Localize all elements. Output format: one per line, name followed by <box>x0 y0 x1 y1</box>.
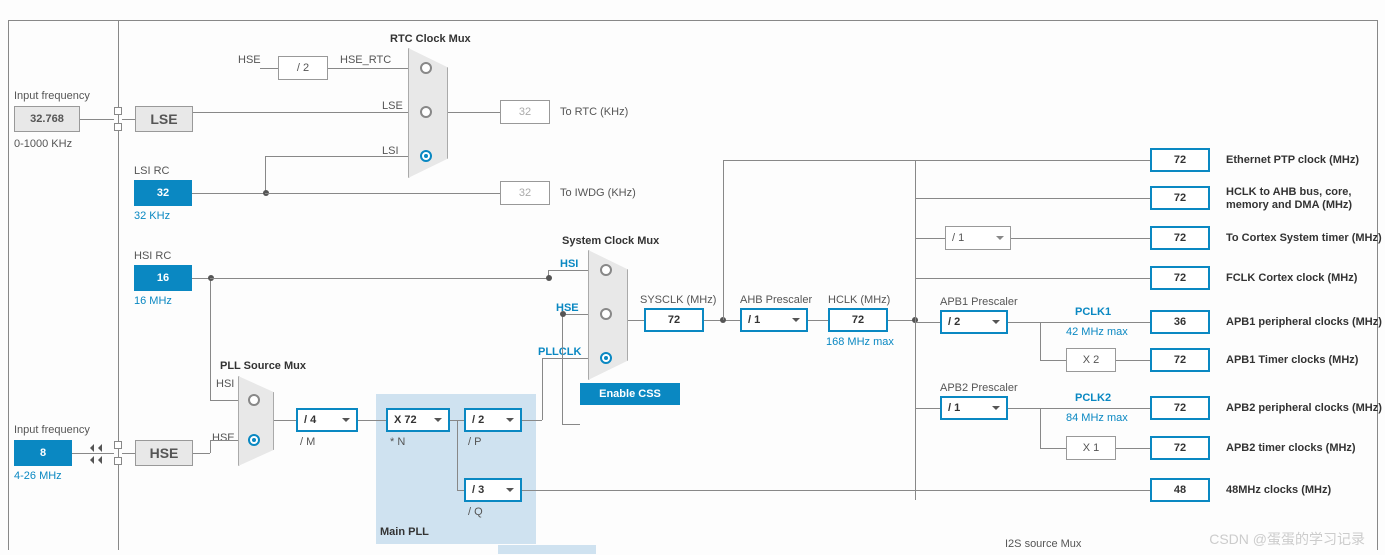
rtc-hse-rtc: HSE_RTC <box>340 54 391 66</box>
hclk-bus-value: 72 <box>1150 186 1210 210</box>
input-freq2-range: 4-26 MHz <box>14 470 62 482</box>
pclk2-max: 84 MHz max <box>1066 412 1128 424</box>
apb1-x2: X 2 <box>1066 348 1116 372</box>
apb2-periph-label: APB2 peripheral clocks (MHz) <box>1226 402 1382 414</box>
pll-radio-hsi[interactable] <box>248 394 260 406</box>
lse-box: LSE <box>135 106 193 132</box>
input-freq1-label: Input frequency <box>14 90 90 102</box>
cortex-timer-div[interactable]: / 1 <box>945 226 1011 250</box>
sys-radio-hse[interactable] <box>600 308 612 320</box>
fclk-label: FCLK Cortex clock (MHz) <box>1226 272 1357 284</box>
sys-mux-title: System Clock Mux <box>562 235 659 247</box>
ahb-label: AHB Prescaler <box>740 294 812 306</box>
pclk1-label: PCLK1 <box>1075 306 1111 318</box>
apb1-timer-value: 72 <box>1150 348 1210 372</box>
pll-radio-hse[interactable] <box>248 434 260 446</box>
apb1-prescaler[interactable]: / 2 <box>940 310 1008 334</box>
enable-css-button[interactable]: Enable CSS <box>580 383 680 405</box>
watermark: CSDN @蛋蛋的学习记录 <box>1209 529 1365 549</box>
lse-terminal-2 <box>114 123 122 131</box>
hsi-value: 16 <box>134 265 192 291</box>
to-rtc-label: To RTC (KHz) <box>560 106 628 118</box>
sys-hsi-label: HSI <box>560 258 578 270</box>
to-iwdg-label: To IWDG (KHz) <box>560 187 636 199</box>
pll-m-div[interactable]: / 4 <box>296 408 358 432</box>
rtc-mux-title: RTC Clock Mux <box>390 33 471 45</box>
pll-p-label: / P <box>468 436 481 448</box>
ahb-prescaler[interactable]: / 1 <box>740 308 808 332</box>
clk48-value: 48 <box>1150 478 1210 502</box>
apb2-timer-label: APB2 timer clocks (MHz) <box>1226 442 1356 454</box>
hclk-label: HCLK (MHz) <box>828 294 890 306</box>
pll-q-div[interactable]: / 3 <box>464 478 522 502</box>
apb1-timer-label: APB1 Timer clocks (MHz) <box>1226 354 1358 366</box>
apb1-label: APB1 Prescaler <box>940 296 1018 308</box>
i2s-mux-label: I2S source Mux <box>1005 538 1081 550</box>
cortex-timer-value: 72 <box>1150 226 1210 250</box>
sys-pllclk-label: PLLCLK <box>538 346 581 358</box>
pll-n-mul[interactable]: X 72 <box>386 408 450 432</box>
apb2-label: APB2 Prescaler <box>940 382 1018 394</box>
pll-hsi-label: HSI <box>216 378 234 390</box>
lsi-rc-label: LSI RC <box>134 165 169 177</box>
hse-terminal-2 <box>114 457 122 465</box>
rtc-hse-div: / 2 <box>278 56 328 80</box>
rtc-hse-label: HSE <box>238 54 261 66</box>
rtc-radio-hse[interactable] <box>420 62 432 74</box>
rtc-lse-label: LSE <box>382 100 403 112</box>
sys-radio-pllclk[interactable] <box>600 352 612 364</box>
hse-terminal-1 <box>114 441 122 449</box>
main-pll-label: Main PLL <box>380 526 429 538</box>
hclk-value[interactable]: 72 <box>828 308 888 332</box>
input-freq2-value[interactable]: 8 <box>14 440 72 466</box>
lsi-unit: 32 KHz <box>134 210 170 222</box>
hse-box: HSE <box>135 440 193 466</box>
eth-ptp-label: Ethernet PTP clock (MHz) <box>1226 154 1359 166</box>
input-freq1-range: 0-1000 KHz <box>14 138 72 150</box>
sys-radio-hsi[interactable] <box>600 264 612 276</box>
cortex-timer-label: To Cortex System timer (MHz) <box>1226 232 1382 244</box>
pll-mux-title: PLL Source Mux <box>220 360 306 372</box>
rtc-radio-lse[interactable] <box>420 106 432 118</box>
apb1-periph-value: 36 <box>1150 310 1210 334</box>
input-freq2-label: Input frequency <box>14 424 90 436</box>
pll-p-div[interactable]: / 2 <box>464 408 522 432</box>
apb1-periph-label: APB1 peripheral clocks (MHz) <box>1226 316 1382 328</box>
hsi-unit: 16 MHz <box>134 295 172 307</box>
to-iwdg-value: 32 <box>500 181 550 205</box>
pll-n-label: * N <box>390 436 405 448</box>
apb2-periph-value: 72 <box>1150 396 1210 420</box>
clk48-label: 48MHz clocks (MHz) <box>1226 484 1331 496</box>
input-freq1-value[interactable]: 32.768 <box>14 106 80 132</box>
apb2-x1: X 1 <box>1066 436 1116 460</box>
pll-m-label: / M <box>300 436 315 448</box>
left-divider <box>118 20 119 550</box>
pclk1-max: 42 MHz max <box>1066 326 1128 338</box>
hsi-rc-label: HSI RC <box>134 250 171 262</box>
to-rtc-value: 32 <box>500 100 550 124</box>
rtc-radio-lsi[interactable] <box>420 150 432 162</box>
sysclk-label: SYSCLK (MHz) <box>640 294 716 306</box>
pll-hse-label: HSE <box>212 432 235 444</box>
pll-area-peek <box>498 545 596 554</box>
hclk-max: 168 MHz max <box>826 336 894 348</box>
fclk-value: 72 <box>1150 266 1210 290</box>
lse-terminal-1 <box>114 107 122 115</box>
apb2-prescaler[interactable]: / 1 <box>940 396 1008 420</box>
pll-q-label: / Q <box>468 506 483 518</box>
sysclk-value[interactable]: 72 <box>644 308 704 332</box>
hclk-bus-label: HCLK to AHB bus, core, memory and DMA (M… <box>1226 186 1376 212</box>
eth-ptp-value: 72 <box>1150 148 1210 172</box>
lsi-value: 32 <box>134 180 192 206</box>
apb2-timer-value: 72 <box>1150 436 1210 460</box>
pclk2-label: PCLK2 <box>1075 392 1111 404</box>
